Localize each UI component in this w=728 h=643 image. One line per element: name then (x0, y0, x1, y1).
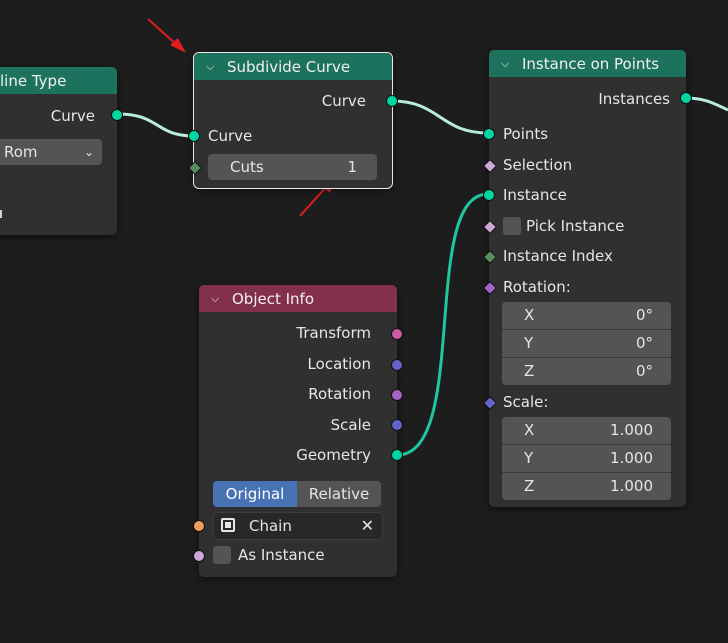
scale-z-value: 1.000 (610, 477, 653, 495)
collapse-chevron-icon[interactable]: ⌵ (211, 292, 225, 306)
link-instances-out (685, 96, 728, 112)
rotation-z-value: 0° (635, 362, 653, 380)
instance-index-label: Instance Index (503, 247, 613, 265)
subdivide-curve-header[interactable]: ⌵ Subdivide Curve (194, 53, 392, 80)
pick-instance-label: Pick Instance (526, 217, 625, 235)
instance-on-points-node[interactable]: ⌵ Instance on Points Instances Points Se… (482, 50, 692, 507)
scale-y-label: Y (524, 449, 534, 467)
rotation-output-socket[interactable] (391, 389, 403, 401)
scale-z-field[interactable]: Z 1.000 (502, 473, 671, 500)
spline-curve-output-label: Curve (50, 107, 95, 125)
rotation-z-field[interactable]: Z 0° (502, 358, 671, 385)
spline-type-node[interactable]: line Type Curve Rom ⌄ (0, 67, 123, 235)
transform-space-toggle[interactable]: Original Relative (213, 481, 381, 507)
geometry-output-label: Geometry (296, 446, 371, 464)
scale-x-field[interactable]: X 1.000 (502, 417, 671, 445)
instance-input-label: Instance (503, 186, 567, 204)
transform-output-socket[interactable] (391, 328, 403, 340)
cuts-value: 1 (347, 158, 357, 176)
as-instance-checkbox[interactable] (213, 546, 231, 564)
link-subdivide-to-instance (391, 99, 489, 135)
scale-output-label: Scale (330, 416, 371, 434)
object-info-header[interactable]: ⌵ Object Info (199, 285, 397, 312)
rotation-output-label: Rotation (308, 385, 371, 403)
spline-type-header[interactable]: line Type (0, 67, 117, 94)
geometry-output-socket[interactable] (391, 449, 403, 461)
subdivide-curve-title: Subdivide Curve (227, 57, 351, 76)
collapse-chevron-icon[interactable]: ⌵ (501, 57, 515, 71)
scale-x-label: X (524, 421, 535, 439)
cuts-label: Cuts (230, 158, 264, 176)
relative-mode-button[interactable]: Relative (297, 481, 381, 507)
spline-type-title: line Type (0, 71, 67, 90)
rotation-y-field[interactable]: Y 0° (502, 330, 671, 358)
instances-output-socket[interactable] (680, 92, 692, 104)
object-info-title: Object Info (232, 289, 315, 308)
spline-type-dropdown[interactable]: Rom ⌄ (0, 139, 102, 165)
annotation-arrow-top (147, 18, 186, 53)
location-output-label: Location (307, 355, 371, 373)
subdivide-curve-input-label: Curve (208, 127, 253, 145)
as-instance-label: As Instance (238, 546, 325, 564)
object-info-node[interactable]: ⌵ Object Info Transform Location Rotatio… (193, 285, 403, 577)
rotation-x-value: 0° (635, 306, 653, 324)
original-mode-button[interactable]: Original (213, 481, 297, 507)
rotation-y-label: Y (524, 334, 534, 352)
collapse-chevron-icon[interactable]: ⌵ (206, 60, 220, 74)
rotation-vector-field[interactable]: X 0° Y 0° Z 0° (502, 302, 671, 385)
scale-vector-field[interactable]: X 1.000 Y 1.000 Z 1.000 (502, 417, 671, 500)
scale-label: Scale: (503, 393, 549, 411)
as-instance-input-socket[interactable] (193, 550, 205, 562)
transform-output-label: Transform (296, 324, 371, 342)
subdivide-curve-input-socket[interactable] (188, 130, 200, 142)
scale-y-value: 1.000 (610, 449, 653, 467)
instance-on-points-title: Instance on Points (522, 54, 660, 73)
link-spline-to-subdivide (117, 112, 195, 138)
scale-output-socket[interactable] (391, 419, 403, 431)
object-selector-field[interactable]: Chain ✕ (213, 512, 383, 540)
rotation-x-field[interactable]: X 0° (502, 302, 671, 330)
points-input-socket[interactable] (483, 128, 495, 140)
subdivide-curve-output-label: Curve (321, 92, 366, 110)
subdivide-curve-node[interactable]: ⌵ Subdivide Curve Curve Curve Cuts 1 (187, 52, 398, 189)
spline-type-dropdown-value: Rom (4, 143, 38, 161)
object-name-value: Chain (249, 517, 292, 535)
link-geometry-to-instance (396, 192, 489, 457)
spline-partial-mark (0, 210, 2, 218)
instance-on-points-header[interactable]: ⌵ Instance on Points (489, 50, 686, 77)
scale-y-field[interactable]: Y 1.000 (502, 445, 671, 473)
rotation-y-value: 0° (635, 334, 653, 352)
scale-z-label: Z (524, 477, 535, 495)
clear-object-icon[interactable]: ✕ (361, 513, 374, 539)
cuts-field[interactable]: Cuts 1 (208, 154, 377, 180)
points-input-label: Points (503, 125, 549, 143)
rotation-label: Rotation: (503, 278, 571, 296)
scale-x-value: 1.000 (610, 421, 653, 439)
chevron-down-icon: ⌄ (83, 145, 94, 159)
selection-input-label: Selection (503, 156, 573, 174)
instance-input-socket[interactable] (483, 189, 495, 201)
object-input-socket[interactable] (193, 520, 205, 532)
rotation-z-label: Z (524, 362, 535, 380)
pick-instance-checkbox[interactable] (503, 217, 521, 235)
spline-curve-output-socket[interactable] (111, 109, 123, 121)
rotation-x-label: X (524, 306, 535, 324)
instances-output-label: Instances (598, 90, 670, 108)
subdivide-curve-output-socket[interactable] (386, 95, 398, 107)
location-output-socket[interactable] (391, 359, 403, 371)
object-eyedropper-icon[interactable] (221, 518, 235, 532)
